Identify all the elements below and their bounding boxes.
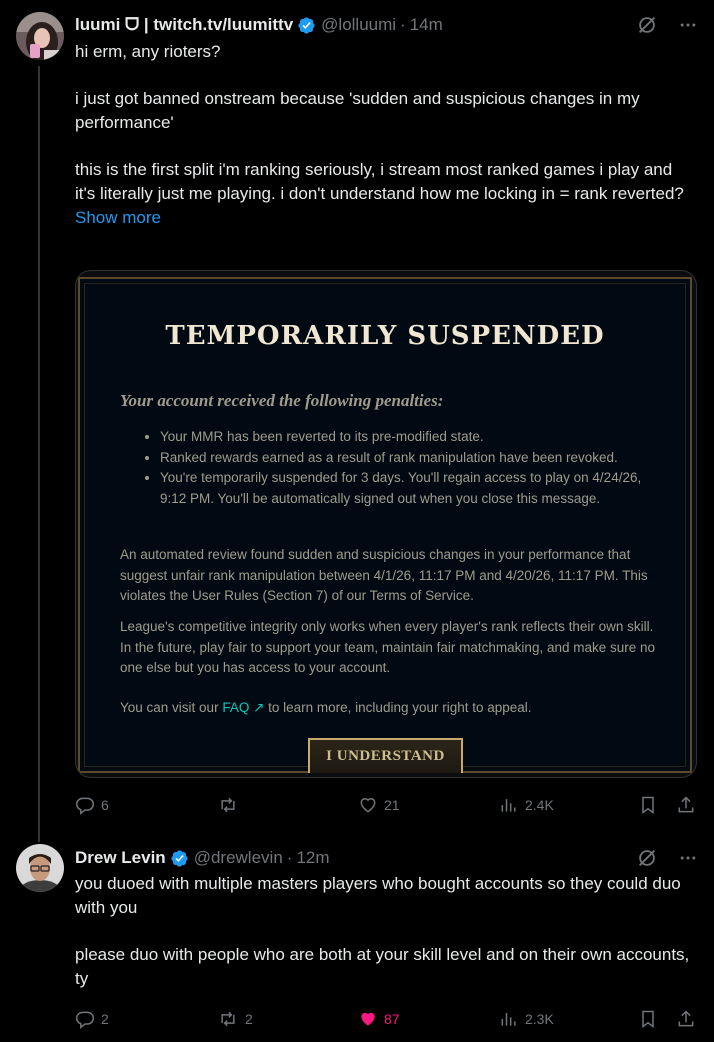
dialog-paragraph: You can visit our FAQ ↗ to learn more, i…: [120, 698, 660, 719]
post-text: hi erm, any rioters? i just got banned o…: [75, 40, 696, 230]
reply-button[interactable]: 2: [75, 1007, 109, 1031]
more-options-icon[interactable]: [678, 15, 698, 35]
views-count: 2.4K: [525, 797, 554, 813]
handle[interactable]: @drewlevin: [194, 848, 283, 868]
heart-icon: [360, 798, 376, 813]
bookmark-button[interactable]: [638, 793, 658, 817]
repost-count: 2: [245, 1011, 253, 1027]
display-name[interactable]: luumi ᗜ | twitch.tv/luumittv: [75, 15, 293, 35]
repost-button[interactable]: [217, 793, 245, 817]
reply-button[interactable]: 6: [75, 793, 109, 817]
separator-dot: ·: [286, 848, 293, 867]
timestamp[interactable]: 14m: [410, 15, 443, 35]
post-drewlevin[interactable]: Drew Levin @drewlevin · 12m you duoed wi…: [0, 830, 714, 1042]
reply-icon: [75, 797, 95, 815]
timestamp[interactable]: 12m: [296, 848, 329, 868]
repost-button[interactable]: 2: [217, 1007, 253, 1031]
separator-dot: ·: [400, 15, 406, 34]
penalty-item: Ranked rewards earned as a result of ran…: [160, 448, 662, 469]
dialog-subtitle: Your account received the following pena…: [120, 391, 444, 410]
text-paragraph: please duo with people who are both at y…: [75, 945, 690, 988]
action-bar: 6 21 2.4K: [75, 793, 697, 817]
reply-count: 2: [101, 1011, 109, 1027]
share-icon: [678, 1010, 694, 1027]
reply-icon: [75, 1011, 95, 1029]
views-icon: [501, 799, 516, 812]
share-icon: [678, 796, 694, 813]
share-button[interactable]: [676, 1007, 696, 1031]
faq-link: FAQ ↗: [222, 700, 265, 715]
handle[interactable]: @lolluumi: [321, 15, 396, 35]
views-count: 2.3K: [525, 1011, 554, 1027]
post-luumi[interactable]: luumi ᗜ | twitch.tv/luumittv @lolluumi ·…: [0, 0, 714, 842]
dialog-title: TEMPORARILY SUSPENDED: [165, 321, 605, 351]
grok-icon[interactable]: [636, 847, 658, 869]
text-paragraph: you duoed with multiple masters players …: [75, 874, 681, 917]
reply-count: 6: [101, 797, 109, 813]
verified-badge-icon: [171, 849, 188, 867]
thread-line: [38, 66, 40, 842]
bookmark-button[interactable]: [638, 1007, 658, 1031]
heart-filled-icon: [361, 1012, 375, 1026]
post-header: luumi ᗜ | twitch.tv/luumittv @lolluumi ·…: [75, 14, 698, 36]
text-paragraph: this is the first split i'm ranking seri…: [75, 160, 684, 203]
avatar[interactable]: [16, 844, 64, 892]
verified-badge-icon: [298, 16, 315, 34]
views-icon: [501, 1013, 516, 1026]
like-count: 21: [384, 797, 400, 813]
bookmark-icon: [642, 796, 654, 814]
penalty-item: Your MMR has been reverted to its pre-mo…: [160, 427, 662, 448]
views-button[interactable]: 2.4K: [499, 793, 554, 817]
post-header: Drew Levin @drewlevin · 12m: [75, 847, 698, 869]
dialog-paragraph: An automated review found sudden and sus…: [120, 547, 648, 603]
text-paragraph: i just got banned onstream because 'sudd…: [75, 89, 640, 132]
share-button[interactable]: [676, 793, 696, 817]
like-button[interactable]: 21: [358, 793, 400, 817]
penalty-item: You're temporarily suspended for 3 days.…: [160, 468, 662, 509]
show-more-link[interactable]: Show more: [75, 206, 696, 230]
views-button[interactable]: 2.3K: [499, 1007, 554, 1031]
action-bar: 2 2 87 2.3K: [75, 1007, 697, 1031]
repost-icon: [221, 1011, 235, 1027]
i-understand-button: I UNDERSTAND: [308, 738, 463, 773]
like-count: 87: [384, 1011, 400, 1027]
penalty-list: Your MMR has been reverted to its pre-mo…: [142, 427, 662, 509]
post-image[interactable]: TEMPORARILY SUSPENDED Your account recei…: [75, 270, 697, 778]
like-button[interactable]: 87: [358, 1007, 400, 1031]
dialog-text: to learn more, including your right to a…: [264, 700, 532, 715]
post-text: you duoed with multiple masters players …: [75, 872, 696, 991]
dialog-paragraph: League's competitive integrity only work…: [120, 619, 656, 675]
text-line: hi erm, any rioters?: [75, 42, 221, 61]
repost-icon: [221, 797, 235, 813]
display-name[interactable]: Drew Levin: [75, 848, 166, 868]
bookmark-icon: [642, 1010, 654, 1028]
avatar[interactable]: [16, 12, 64, 60]
suspension-dialog: TEMPORARILY SUSPENDED Your account recei…: [78, 277, 692, 773]
dialog-text: You can visit our: [120, 700, 223, 715]
more-options-icon[interactable]: [678, 848, 698, 868]
grok-icon[interactable]: [636, 14, 658, 36]
